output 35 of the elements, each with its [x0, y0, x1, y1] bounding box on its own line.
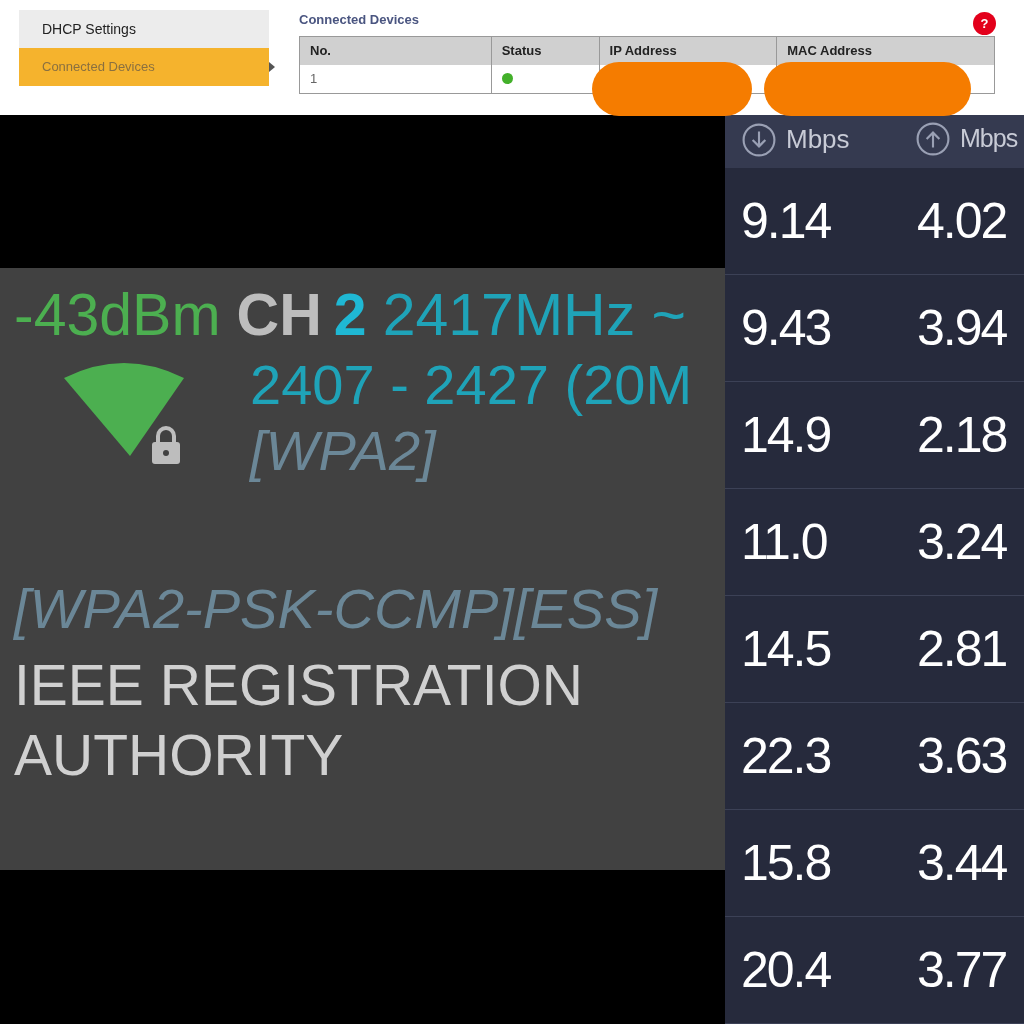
table-cell: 1 [299, 64, 492, 94]
download-speed: 14.9 [741, 405, 832, 465]
security-type: [WPA2] [250, 418, 436, 484]
vendor-name: IEEE REGISTRATION AUTHORITY [14, 652, 585, 789]
channel-label: CH [236, 286, 322, 344]
sidebar-item[interactable]: DHCP Settings [19, 10, 269, 48]
upload-speed: 3.63 [917, 726, 1007, 786]
download-speed: 9.14 [741, 191, 832, 251]
download-icon [742, 122, 776, 157]
download-speed: 11.0 [741, 512, 828, 572]
capabilities: [WPA2-PSK-CCMP][ESS] [14, 580, 658, 638]
upload-speed: 3.77 [917, 940, 1007, 1000]
section-title: Connected Devices [299, 11, 419, 29]
upload-speed: 4.02 [917, 191, 1007, 251]
help-button[interactable]: ? [973, 12, 996, 35]
column-header: Status [491, 36, 600, 65]
upload-speed: 2.18 [917, 405, 1007, 465]
column-header: Mbps [960, 123, 1018, 154]
download-speed: 14.5 [741, 619, 832, 679]
column-header: No. [299, 36, 492, 65]
upload-icon [916, 121, 950, 156]
column-header: Mbps [786, 123, 850, 156]
frequency: 2417MHz ~ [382, 286, 686, 344]
sidebar-item[interactable]: Connected Devices [19, 48, 269, 86]
channel-number: 2 [333, 286, 367, 344]
upload-speed: 2.81 [917, 619, 1007, 679]
upload-speed: 3.24 [917, 512, 1007, 572]
signal-strength: -43dBm [14, 286, 221, 344]
download-speed: 22.3 [741, 726, 832, 786]
upload-speed: 3.94 [917, 298, 1007, 358]
frequency-range: 2407 - 2427 (20M [250, 352, 693, 418]
upload-speed: 3.44 [917, 833, 1007, 893]
download-speed: 20.4 [741, 940, 832, 1000]
download-speed: 9.43 [741, 298, 832, 358]
download-speed: 15.8 [741, 833, 832, 893]
